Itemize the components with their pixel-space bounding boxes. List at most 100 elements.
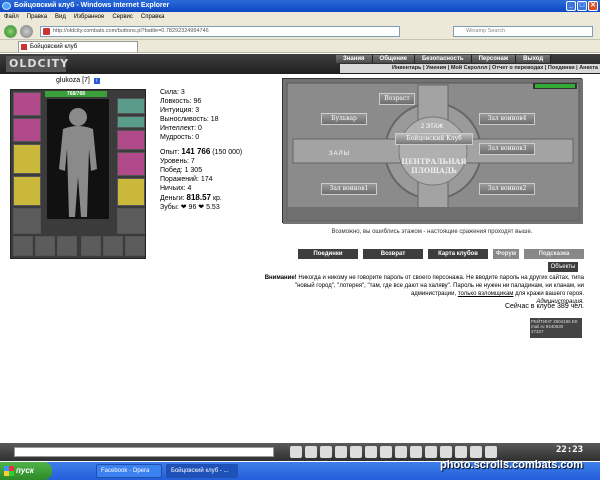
chat-input[interactable] [14,447,274,457]
tab-combats[interactable]: Бойцовский клуб [18,41,138,52]
scroll-slot-6[interactable] [125,236,145,256]
start-label: пуск [16,466,34,475]
fights-button[interactable]: Поединки [298,249,358,259]
club-map-button[interactable]: Карта клубов [428,249,488,259]
map-vozrast-button[interactable]: Возраст [379,93,415,105]
scroll-slot-3[interactable] [57,236,77,256]
exp-value: 141 766 [181,147,211,156]
character-name-line: glukoza [7] i [56,77,100,84]
scroll-slot-2[interactable] [35,236,55,256]
map-club-button[interactable]: Бойцовский Клуб [395,133,473,145]
action-buttons: Поединки Возврат Карта клубов Форум Подс… [298,249,584,259]
nav-security[interactable]: Безопасность [414,55,472,63]
character-name[interactable]: glukoza [56,77,80,84]
shield-slot[interactable] [117,178,145,206]
chat-translit-icon[interactable] [365,446,377,458]
tab-favicon-icon [21,44,27,50]
task-combats[interactable]: Бойцовский клуб - ... [166,464,238,478]
chat-stop-icon[interactable] [485,446,497,458]
chat-settings-icon[interactable] [425,446,437,458]
chat-hand-icon[interactable] [395,446,407,458]
forward-arrow-icon[interactable] [20,25,33,38]
stat-intuition: Интуиция: 3 [160,107,200,114]
map-background-icon [283,79,583,224]
chat-lock-icon[interactable] [380,446,392,458]
boots-slot[interactable] [117,208,145,234]
armor-slot[interactable] [13,176,41,206]
stats-list: Сила: 3 Ловкость: 96 Интуиция: 3 Выносли… [160,88,219,142]
minimize-button[interactable]: _ [566,1,576,11]
map-room4-button[interactable]: Зал воинов4 [479,113,535,125]
rating-counter[interactable]: РЕЙТИНГ 2904196 ЕК mail.ru 9440630 27327 [530,318,582,338]
windows-flag-icon [4,466,14,476]
nav-knowledge[interactable]: Знания [336,55,373,63]
back-button[interactable]: Возврат [363,249,423,259]
game-clock: 22:23 [556,445,584,455]
scroll-slot-4[interactable] [81,236,101,256]
chat-trade-icon[interactable] [470,446,482,458]
nav-exit[interactable]: Выход [516,55,552,63]
ring-slot[interactable] [117,152,145,176]
nav-character[interactable]: Персонаж [471,55,517,63]
map-square-label[interactable]: ЦЕНТРАЛЬНАЯ ПЛОЩАДЬ [391,157,477,177]
oldcity-logo[interactable]: OLDCITY [6,56,68,72]
chat-smile-icon[interactable] [320,446,332,458]
warning-link[interactable]: только взломщикам [458,291,514,297]
scroll-slot-1[interactable] [13,236,33,256]
chat-sound-icon[interactable] [350,446,362,458]
bracer-slot[interactable] [13,118,41,142]
menu-tools[interactable]: Сервис [112,12,133,23]
chat-pet-icon[interactable] [410,446,422,458]
menu-edit[interactable]: Правка [27,12,47,23]
task-opera[interactable]: Facebook - Opera [96,464,162,478]
hint-button[interactable]: Подсказка [524,249,584,259]
scroll-slot-5[interactable] [103,236,123,256]
belt-slot[interactable] [13,208,41,234]
menu-view[interactable]: Вид [55,12,66,23]
maximize-button[interactable]: □ [577,1,587,11]
money-value: 818.57 [186,193,211,202]
chat-user-icon[interactable] [440,446,452,458]
weapon-slot[interactable] [13,144,41,174]
window-titlebar: Бойцовский клуб - Windows Internet Explo… [0,0,600,12]
map-bulvar-button[interactable]: Бульвар [321,113,367,125]
helmet-slot[interactable] [13,92,41,116]
club-map: Бульвар Зал воинов4 Зал воинов3 Зал воин… [282,78,583,224]
security-warning: Внимание! Никогда и никому не говорите п… [262,274,584,306]
chat-search-icon[interactable] [455,446,467,458]
draws-line: Ничьих: 4 [160,185,192,192]
address-field[interactable]: http://oldcity.combats.com/buttons.pl?ba… [40,26,400,37]
map-room1-button[interactable]: Зал воинов1 [321,183,377,195]
close-button[interactable]: ✕ [588,1,598,11]
window-title: Бойцовский клуб - Windows Internet Explo… [14,2,170,9]
gloves-slot[interactable] [117,130,145,150]
game-header: OLDCITY Знания Общение Безопасность Перс… [0,54,600,74]
money-label: Деньги: [160,195,185,202]
menu-file[interactable]: Файл [4,12,19,23]
info-icon[interactable]: i [93,78,100,84]
start-button[interactable]: пуск [0,462,52,480]
search-placeholder: Winamp Search [466,28,506,34]
amulet-slot[interactable] [117,116,145,128]
sub-navigation[interactable]: Инвентарь | Умения | Мой Скроллл | Отчет… [340,64,600,73]
search-input[interactable]: Winamp Search [453,26,593,37]
warning-tail: для кражи вашего героя. [515,291,584,297]
map-zaly-label: ЗАЛЫ [329,151,351,157]
menu-help[interactable]: Справка [141,12,165,23]
back-arrow-icon[interactable] [4,25,17,38]
chat-filter-icon[interactable] [335,446,347,458]
losses-line: Поражений: 174 [160,176,213,183]
experience-line: Опыт: 141 766 (150 000) [160,147,242,157]
menu-favorites[interactable]: Избранное [74,12,104,23]
objects-button[interactable]: Объекты [548,262,578,272]
nav-communication[interactable]: Общение [372,55,415,63]
map-room2-button[interactable]: Зал воинов2 [479,183,535,195]
chat-send-icon[interactable] [290,446,302,458]
forum-button[interactable]: Форум [493,249,519,259]
earring-slot[interactable] [117,98,145,114]
chat-clear-icon[interactable] [305,446,317,458]
map-room3-button[interactable]: Зал воинов3 [479,143,535,155]
tab-bar: Бойцовский клуб [0,40,600,53]
stat-wisdom: Мудрость: 0 [160,134,200,141]
stat-intellect: Интеллект: 0 [160,125,202,132]
